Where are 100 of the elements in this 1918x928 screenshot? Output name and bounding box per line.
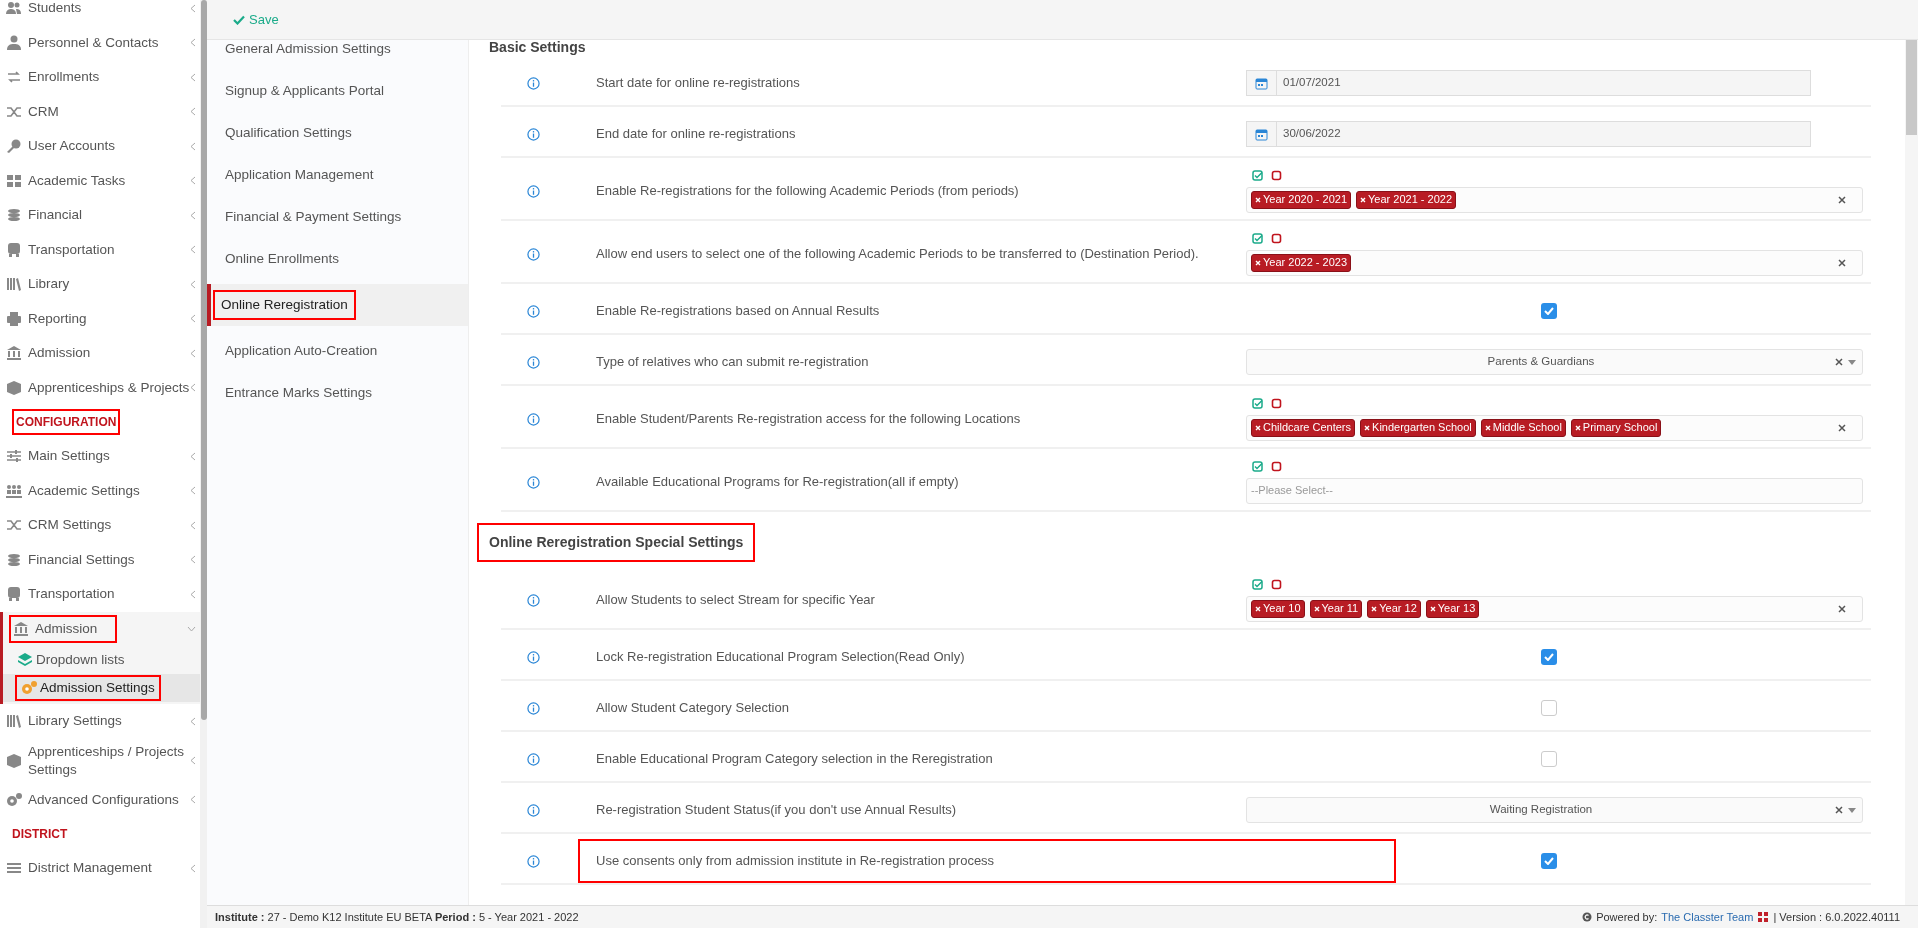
sidebar-item[interactable]: CRM [6, 101, 190, 122]
deselect-all-icon[interactable] [1271, 232, 1282, 244]
checkbox[interactable] [1541, 649, 1557, 665]
sidebar-item[interactable]: Admission [6, 343, 190, 364]
sidebar-item[interactable]: District Management [6, 858, 190, 879]
tag-chip[interactable]: Year 10 [1251, 599, 1305, 618]
select-all-icon[interactable] [1252, 232, 1263, 244]
sidebar-item[interactable]: Personnel & Contacts [6, 32, 190, 53]
multi-select-field[interactable]: Year 10 Year 11 Year 12 Year 13 [1246, 595, 1863, 622]
team-link[interactable]: The Classter Team [1661, 908, 1754, 926]
clear-icon[interactable] [1838, 258, 1846, 267]
checkbox[interactable] [1541, 853, 1557, 869]
remove-icon[interactable] [1429, 605, 1436, 612]
tag-chip[interactable]: Childcare Centers [1251, 418, 1356, 437]
info-icon[interactable] [527, 184, 540, 198]
info-icon[interactable] [527, 701, 540, 715]
info-icon[interactable] [527, 803, 540, 817]
tag-chip[interactable]: Kindergarten School [1360, 418, 1476, 437]
submenu-item[interactable]: Dropdown lists [15, 649, 127, 671]
remove-icon[interactable] [1484, 424, 1491, 431]
remove-icon[interactable] [1255, 605, 1261, 612]
tag-chip[interactable]: Year 2020 - 2021 [1251, 190, 1351, 209]
clear-icon[interactable] [1838, 423, 1846, 432]
sidebar-item[interactable]: Transportation [6, 239, 190, 260]
remove-icon[interactable] [1364, 424, 1371, 431]
tag-chip[interactable]: Year 2022 - 2023 [1251, 253, 1351, 272]
multi-select-field[interactable]: Year 2022 - 2023 [1246, 249, 1863, 276]
info-icon[interactable] [527, 854, 540, 868]
submenu-item[interactable]: Admission Settings [15, 674, 161, 702]
tag-chip[interactable]: Primary School [1570, 418, 1662, 437]
sidebar-item[interactable]: Students [6, 0, 190, 19]
multi-select-field[interactable]: Childcare Centers Kindergarten School Middle School Primary School [1246, 414, 1863, 441]
sidebar-item[interactable]: Library Settings [6, 711, 190, 732]
scrollbar-thumb[interactable] [1906, 40, 1917, 135]
dropdown-field[interactable]: Waiting Registration [1246, 797, 1863, 823]
info-icon[interactable] [527, 752, 540, 766]
select-all-icon[interactable] [1252, 460, 1263, 472]
remove-icon[interactable] [1313, 605, 1320, 612]
remove-icon[interactable] [1255, 196, 1261, 203]
sidebar-item[interactable]: Reporting [6, 308, 190, 329]
sidebar-item[interactable]: Transportation [6, 584, 190, 605]
settings-nav-item[interactable]: General Admission Settings [225, 38, 391, 60]
tag-chip[interactable]: Year 2021 - 2022 [1356, 190, 1456, 209]
sidebar-item[interactable]: Admission [9, 614, 117, 643]
select-all-icon[interactable] [1252, 169, 1263, 181]
clear-icon[interactable] [1838, 604, 1846, 613]
tag-chip[interactable]: Year 12 [1367, 599, 1421, 618]
clear-icon[interactable] [1835, 806, 1843, 814]
date-field[interactable]: 01/07/2021 [1246, 70, 1811, 96]
checkbox[interactable] [1541, 751, 1557, 767]
sidebar-item[interactable]: Academic Tasks [6, 170, 190, 191]
info-icon[interactable] [527, 247, 540, 261]
remove-icon[interactable] [1255, 259, 1261, 266]
scrollbar-thumb[interactable] [200, 0, 207, 720]
date-field[interactable]: 30/06/2022 [1246, 121, 1811, 147]
info-icon[interactable] [527, 304, 540, 318]
checkbox[interactable] [1541, 700, 1557, 716]
select-all-icon[interactable] [1252, 578, 1263, 590]
settings-nav-item[interactable]: Online Enrollments [225, 248, 340, 270]
settings-nav-item[interactable]: Application Management [225, 164, 374, 186]
checkbox[interactable] [1541, 303, 1557, 319]
settings-nav-item[interactable]: Qualification Settings [225, 122, 352, 144]
sidebar-item[interactable]: Apprenticeships & Projects [6, 377, 190, 398]
deselect-all-icon[interactable] [1271, 397, 1282, 409]
deselect-all-icon[interactable] [1271, 169, 1282, 181]
sidebar-item[interactable]: CRM Settings [6, 515, 190, 536]
sidebar-item[interactable]: Academic Settings [6, 480, 190, 501]
settings-nav-item[interactable]: Signup & Applicants Portal [225, 80, 385, 102]
sidebar-item[interactable]: User Accounts [6, 136, 190, 157]
settings-nav-item[interactable]: Application Auto-Creation [225, 340, 378, 362]
dropdown-field[interactable]: Parents & Guardians [1246, 349, 1863, 375]
sidebar-item[interactable]: Advanced Configurations [6, 789, 190, 810]
sidebar-item[interactable]: Apprenticeships / Projects Settings [6, 742, 190, 779]
remove-icon[interactable] [1360, 196, 1366, 203]
info-icon[interactable] [527, 127, 540, 141]
sidebar-item[interactable]: Library [6, 274, 190, 295]
sidebar-item[interactable]: Financial [6, 205, 190, 226]
settings-nav-item[interactable]: Online Reregistration [213, 289, 356, 321]
tag-chip[interactable]: Year 13 [1425, 599, 1480, 618]
settings-nav-item[interactable]: Entrance Marks Settings [225, 382, 373, 404]
deselect-all-icon[interactable] [1271, 460, 1282, 472]
sidebar-item[interactable]: Enrollments [6, 67, 190, 88]
sidebar-item[interactable]: Main Settings [6, 446, 190, 467]
multi-select-field[interactable]: Year 2020 - 2021 Year 2021 - 2022 [1246, 186, 1863, 213]
sidebar-item[interactable]: Financial Settings [6, 549, 190, 570]
remove-icon[interactable] [1574, 424, 1581, 431]
info-icon[interactable] [527, 412, 540, 426]
remove-icon[interactable] [1371, 605, 1378, 612]
info-icon[interactable] [527, 593, 540, 607]
clear-icon[interactable] [1835, 358, 1843, 366]
info-icon[interactable] [527, 475, 540, 489]
remove-icon[interactable] [1255, 424, 1261, 431]
info-icon[interactable] [527, 650, 540, 664]
tag-chip[interactable]: Year 11 [1309, 599, 1363, 618]
tag-chip[interactable]: Middle School [1480, 418, 1566, 437]
deselect-all-icon[interactable] [1271, 578, 1282, 590]
info-icon[interactable] [527, 76, 540, 90]
info-icon[interactable] [527, 355, 540, 369]
clear-icon[interactable] [1838, 195, 1846, 204]
select-all-icon[interactable] [1252, 397, 1263, 409]
